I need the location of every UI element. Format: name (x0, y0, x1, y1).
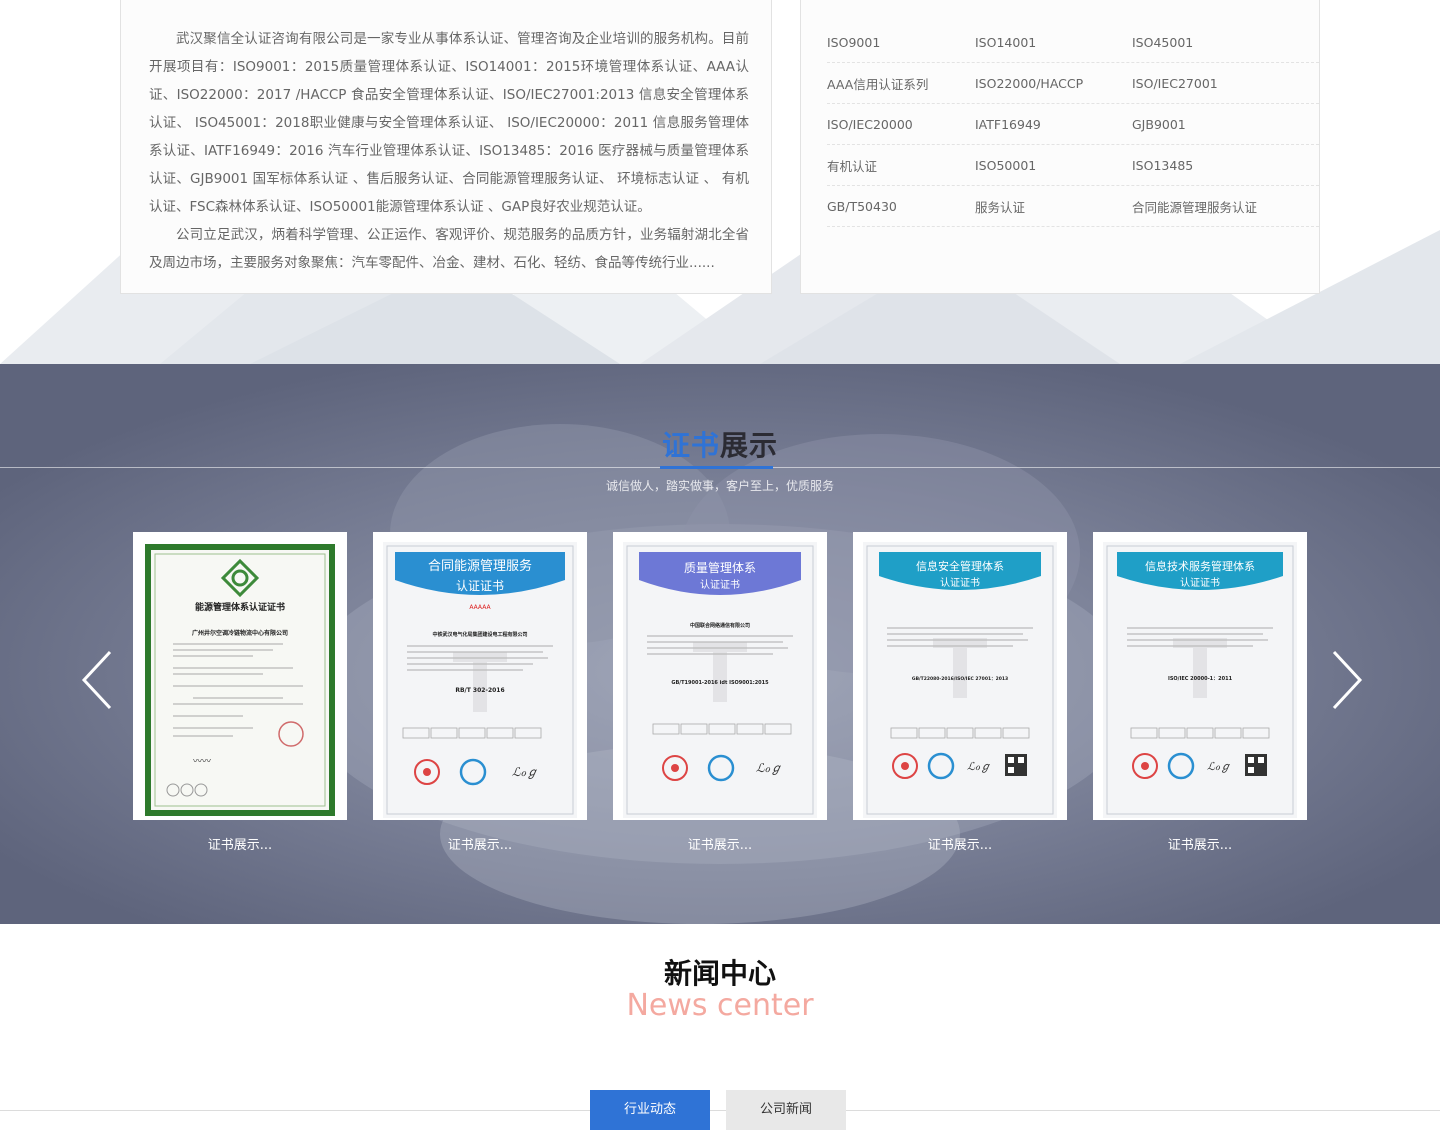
certificate-card[interactable]: 质量管理体系 认证证书 中国联合网络通信有限公司 GB/T19001-2016 … (613, 532, 827, 820)
tab-company-news[interactable]: 公司新闻 (726, 1090, 846, 1130)
cert-link[interactable]: ISO50001 (975, 158, 1132, 173)
tab-industry-news[interactable]: 行业动态 (590, 1090, 710, 1130)
certificate-caption[interactable]: 证书展示... (133, 834, 347, 853)
svg-text:〰〰: 〰〰 (193, 757, 211, 767)
certificate-image: 能源管理体系认证证书 广州井尔空调冷链物流中心有限公司 〰〰 (145, 544, 335, 816)
carousel-prev-arrow-icon[interactable] (78, 648, 118, 712)
certificate-header: 能源管理体系认证证书 (195, 601, 285, 613)
cert-link[interactable]: IATF16949 (975, 117, 1132, 132)
news-section-subtitle: News center (626, 988, 814, 1023)
certificate-card[interactable]: 能源管理体系认证证书 广州井尔空调冷链物流中心有限公司 〰〰 (133, 532, 347, 820)
title-rest: 展示 (720, 429, 779, 462)
cert-link[interactable]: ISO22000/HACCP (975, 76, 1132, 91)
certificate-header-line2: 认证证书 (700, 578, 740, 591)
list-row: GB/T50430 服务认证 合同能源管理服务认证 (827, 186, 1319, 227)
svg-text:ℒℴℊ: ℒℴℊ (512, 765, 538, 779)
certificate-standard: GB/T19001-2016 idt ISO9001:2015 (671, 680, 769, 686)
list-row: 有机认证 ISO50001 ISO13485 (827, 145, 1319, 186)
cert-link[interactable]: ISO/IEC27001 (1132, 76, 1312, 91)
list-row: ISO9001 ISO14001 ISO45001 (827, 22, 1319, 63)
certificate-header-line2: 认证证书 (456, 579, 504, 593)
certificate-caption[interactable]: 证书展示... (613, 834, 827, 853)
carousel-next-arrow-icon[interactable] (1326, 648, 1366, 712)
cert-link[interactable]: ISO14001 (975, 35, 1132, 50)
certificate-caption[interactable]: 证书展示... (853, 834, 1067, 853)
cert-link[interactable]: 有机认证 (827, 156, 975, 175)
cert-link[interactable]: ISO45001 (1132, 35, 1312, 50)
list-row: ISO/IEC20000 IATF16949 GJB9001 (827, 104, 1319, 145)
certificate-card[interactable]: 信息技术服务管理体系 认证证书 ISO/IEC 20000-1：2011 ℒℴℊ (1093, 532, 1307, 820)
news-tab-divider (0, 1110, 1440, 1111)
cert-link[interactable]: 服务认证 (975, 197, 1132, 216)
certificate-card[interactable]: 信息安全管理体系 认证证书 GB/T22080-2016/ISO/IEC 270… (853, 532, 1067, 820)
cert-link[interactable]: ISO9001 (827, 35, 975, 50)
certificate-caption[interactable]: 证书展示... (1093, 834, 1307, 853)
certificate-badge: AAAAA (469, 604, 491, 611)
svg-text:ℒℴℊ: ℒℴℊ (1207, 760, 1231, 773)
list-row: AAA信用认证系列 ISO22000/HACCP ISO/IEC27001 (827, 63, 1319, 104)
svg-text:ℒℴℊ: ℒℴℊ (967, 760, 991, 773)
certificate-image: 信息技术服务管理体系 认证证书 ISO/IEC 20000-1：2011 ℒℴℊ (1103, 542, 1297, 818)
certificate-header-line1: 信息技术服务管理体系 (1145, 559, 1255, 573)
certificate-standard: GB/T22080-2016/ISO/IEC 27001：2013 (912, 676, 1008, 682)
svg-text:ℒℴℊ: ℒℴℊ (756, 761, 782, 775)
news-center-section: 新闻中心 News center 行业动态 公司新闻 (0, 924, 1440, 1138)
certificate-image: 质量管理体系 认证证书 中国联合网络通信有限公司 GB/T19001-2016 … (623, 542, 817, 818)
company-intro-box: 武汉聚信全认证咨询有限公司是一家专业从事体系认证、管理咨询及企业培训的服务机构。… (120, 0, 772, 294)
certificate-showcase-section: 证书展示 诚信做人，踏实做事，客户至上，优质服务 能源管理体系认证证书 广州井尔… (0, 364, 1440, 924)
cert-link[interactable]: ISO13485 (1132, 158, 1312, 173)
certification-link-list: ISO9001 ISO14001 ISO45001 AAA信用认证系列 ISO2… (800, 0, 1320, 294)
certificate-header-line2: 认证证书 (1180, 576, 1220, 589)
news-section-title: 新闻中心 (663, 957, 776, 990)
certificate-section-subtitle: 诚信做人，踏实做事，客户至上，优质服务 (605, 479, 834, 493)
cert-link[interactable]: GB/T50430 (827, 199, 975, 214)
cert-link[interactable]: AAA信用认证系列 (827, 74, 975, 93)
certificate-card[interactable]: 合同能源管理服务 认证证书 AAAAA 中铁武汉电气化局集团建设电工程有限公司 … (373, 532, 587, 820)
title-highlight: 证书 (661, 429, 720, 462)
certificate-section-title: 证书展示 (0, 424, 1440, 464)
company-intro-paragraph-2: 公司立足武汉，炳着科学管理、公正运作、客观评价、规范服务的品质方针，业务辐射湖北… (149, 227, 749, 271)
certificate-header-line1: 质量管理体系 (684, 560, 756, 575)
certificate-header-line2: 认证证书 (940, 576, 980, 589)
title-underline-accent (660, 466, 773, 469)
company-intro-paragraph-1: 武汉聚信全认证咨询有限公司是一家专业从事体系认证、管理咨询及企业培训的服务机构。… (149, 31, 749, 215)
certificate-standard: RB/T 302-2016 (455, 687, 504, 694)
certificate-image: 信息安全管理体系 认证证书 GB/T22080-2016/ISO/IEC 270… (863, 542, 1057, 818)
cert-link[interactable]: GJB9001 (1132, 117, 1312, 132)
certificate-company: 中国联合网络通信有限公司 (690, 622, 750, 629)
certificate-header-line1: 合同能源管理服务 (428, 558, 532, 574)
certificate-company: 中铁武汉电气化局集团建设电工程有限公司 (432, 631, 527, 638)
cert-link[interactable]: 合同能源管理服务认证 (1132, 197, 1312, 216)
certificate-header-line1: 信息安全管理体系 (916, 559, 1004, 573)
cert-link[interactable]: ISO/IEC20000 (827, 117, 975, 132)
intro-section: 武汉聚信全认证咨询有限公司是一家专业从事体系认证、管理咨询及企业培训的服务机构。… (0, 0, 1440, 364)
certificate-image: 合同能源管理服务 认证证书 AAAAA 中铁武汉电气化局集团建设电工程有限公司 … (383, 542, 577, 818)
certificate-caption[interactable]: 证书展示... (373, 834, 587, 853)
certificate-standard: ISO/IEC 20000-1：2011 (1168, 676, 1233, 682)
certificate-company: 广州井尔空调冷链物流中心有限公司 (192, 629, 288, 637)
